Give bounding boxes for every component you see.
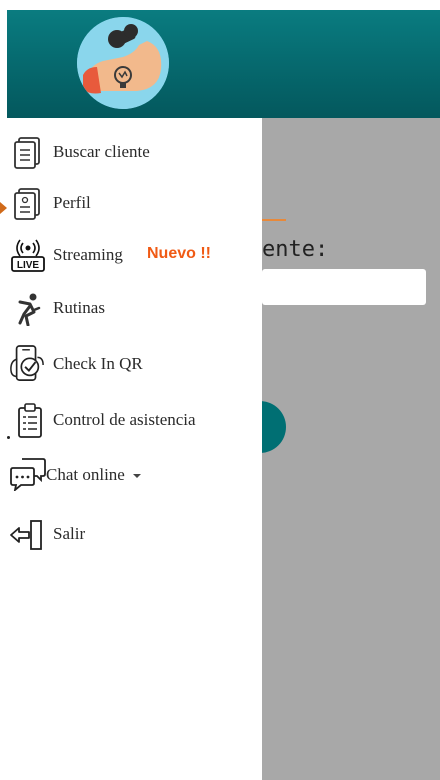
live-icon: LIVE [10, 239, 46, 273]
accent-line [262, 219, 286, 221]
profile-document-icon [10, 187, 46, 221]
menu-item-control-asistencia[interactable]: Control de asistencia [0, 400, 262, 440]
menu-item-chat-online[interactable]: Chat online [0, 455, 262, 495]
menu-item-perfil[interactable]: Perfil [0, 183, 262, 223]
chat-icon [10, 457, 46, 491]
menu-label-streaming: Streaming [53, 245, 123, 264]
client-label-partial: ente: [262, 237, 329, 262]
client-search-input[interactable] [262, 269, 426, 305]
menu-item-streaming[interactable]: LIVE Streaming Nuevo !! [0, 235, 262, 275]
search-button[interactable]: r [262, 401, 286, 453]
menu-item-check-in-qr[interactable]: Check In QR [0, 344, 262, 384]
exit-icon [9, 518, 45, 552]
chat-online-text: Chat online [46, 465, 125, 484]
chevron-down-icon [132, 474, 141, 479]
menu-label-buscar-cliente: Buscar cliente [53, 142, 150, 161]
page-overlay[interactable]: ente: r [262, 117, 440, 780]
menu-label-chat-online: Chat online [46, 465, 141, 485]
menu-label-salir: Salir [53, 524, 86, 543]
menu-item-buscar-cliente[interactable]: Buscar cliente [0, 132, 262, 172]
phone-check-icon [9, 344, 45, 384]
new-badge: Nuevo !! [147, 245, 211, 262]
app-logo[interactable] [77, 17, 169, 109]
menu-item-salir[interactable]: Salir [0, 514, 262, 554]
exercise-icon [10, 292, 46, 326]
menu-label-perfil: Perfil [53, 193, 91, 212]
document-icon [10, 136, 46, 170]
app-header [7, 10, 440, 118]
menu-label-control-asistencia: Control de asistencia [53, 410, 196, 429]
menu-item-rutinas[interactable]: Rutinas [0, 288, 262, 328]
search-button-label: r [262, 411, 264, 437]
live-icon-text: LIVE [17, 260, 40, 271]
menu-label-rutinas: Rutinas [53, 298, 105, 317]
clipboard-icon [12, 403, 48, 438]
menu-label-check-in-qr: Check In QR [53, 354, 143, 373]
